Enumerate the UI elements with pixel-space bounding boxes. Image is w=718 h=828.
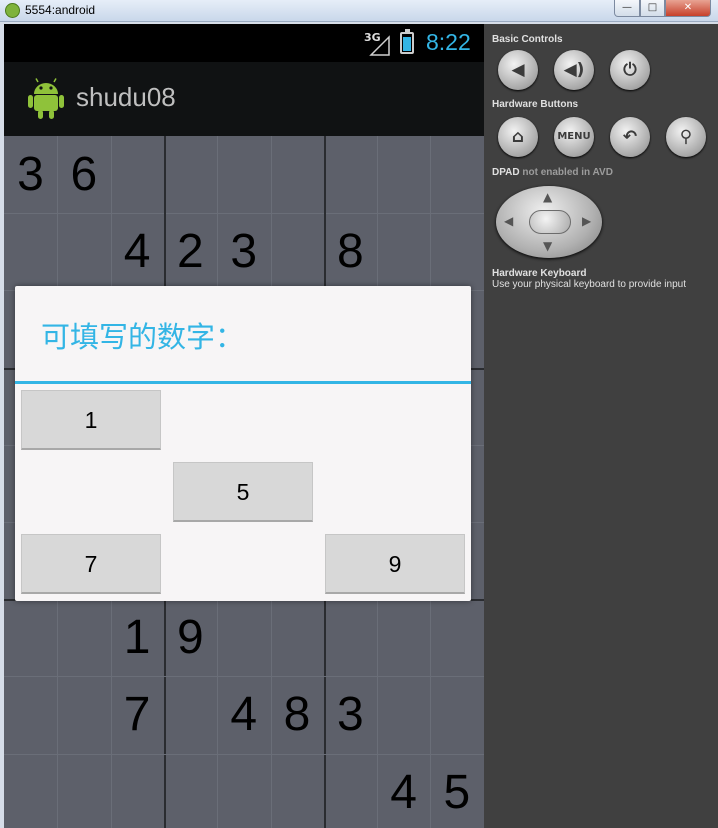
dpad-title: DPAD: [492, 167, 520, 178]
emulator-icon: [5, 3, 20, 18]
close-button[interactable]: ✕: [665, 0, 711, 17]
dpad-up-icon: ▲: [543, 190, 553, 204]
home-button[interactable]: ⌂: [498, 117, 538, 157]
menu-button[interactable]: MENU: [554, 117, 594, 157]
power-button[interactable]: ⏻: [610, 50, 650, 90]
number-button-1[interactable]: 1: [21, 390, 161, 450]
window-titlebar: 5554:android — □ ✕: [0, 0, 718, 22]
hardware-keyboard-label: Hardware Keyboard: [492, 268, 587, 279]
dpad-center-button[interactable]: [529, 210, 571, 234]
dpad-down-icon: ▼: [543, 239, 553, 253]
dialog-overlay: 可填写的数字： 157 9: [4, 24, 484, 828]
device-screen: 3G 8:22 shudu08 36423819748345 可填写的数字： 1…: [4, 24, 484, 828]
window-title: 5554:android: [25, 3, 96, 17]
emulator-control-panel: Basic Controls ◀ ◀) ⏻ Hardware Buttons ⌂…: [484, 24, 718, 828]
dialog-divider: [15, 381, 471, 384]
number-button-7[interactable]: 7: [21, 534, 161, 594]
search-button[interactable]: ⚲: [666, 117, 706, 157]
hardware-keyboard-note: Use your physical keyboard to provide in…: [492, 279, 686, 290]
dpad-label: DPAD not enabled in AVD: [492, 167, 613, 178]
dpad-right-icon: ▶: [582, 214, 592, 228]
minimize-button[interactable]: —: [614, 0, 640, 17]
maximize-button[interactable]: □: [640, 0, 665, 17]
back-button[interactable]: ↶: [610, 117, 650, 157]
volume-up-button[interactable]: ◀): [554, 50, 594, 90]
dpad-left-icon: ◀: [504, 214, 514, 228]
volume-down-button[interactable]: ◀: [498, 50, 538, 90]
dpad-note: not enabled in AVD: [522, 167, 613, 178]
number-button-9[interactable]: 9: [325, 534, 465, 594]
number-picker-dialog: 可填写的数字： 157 9: [15, 286, 471, 601]
dpad-control[interactable]: ▲ ▼ ◀ ▶: [496, 186, 602, 258]
hardware-buttons-label: Hardware Buttons: [492, 99, 579, 110]
number-button-5[interactable]: 5: [173, 462, 313, 522]
basic-controls-label: Basic Controls: [492, 34, 563, 45]
dialog-title: 可填写的数字：: [41, 320, 245, 354]
